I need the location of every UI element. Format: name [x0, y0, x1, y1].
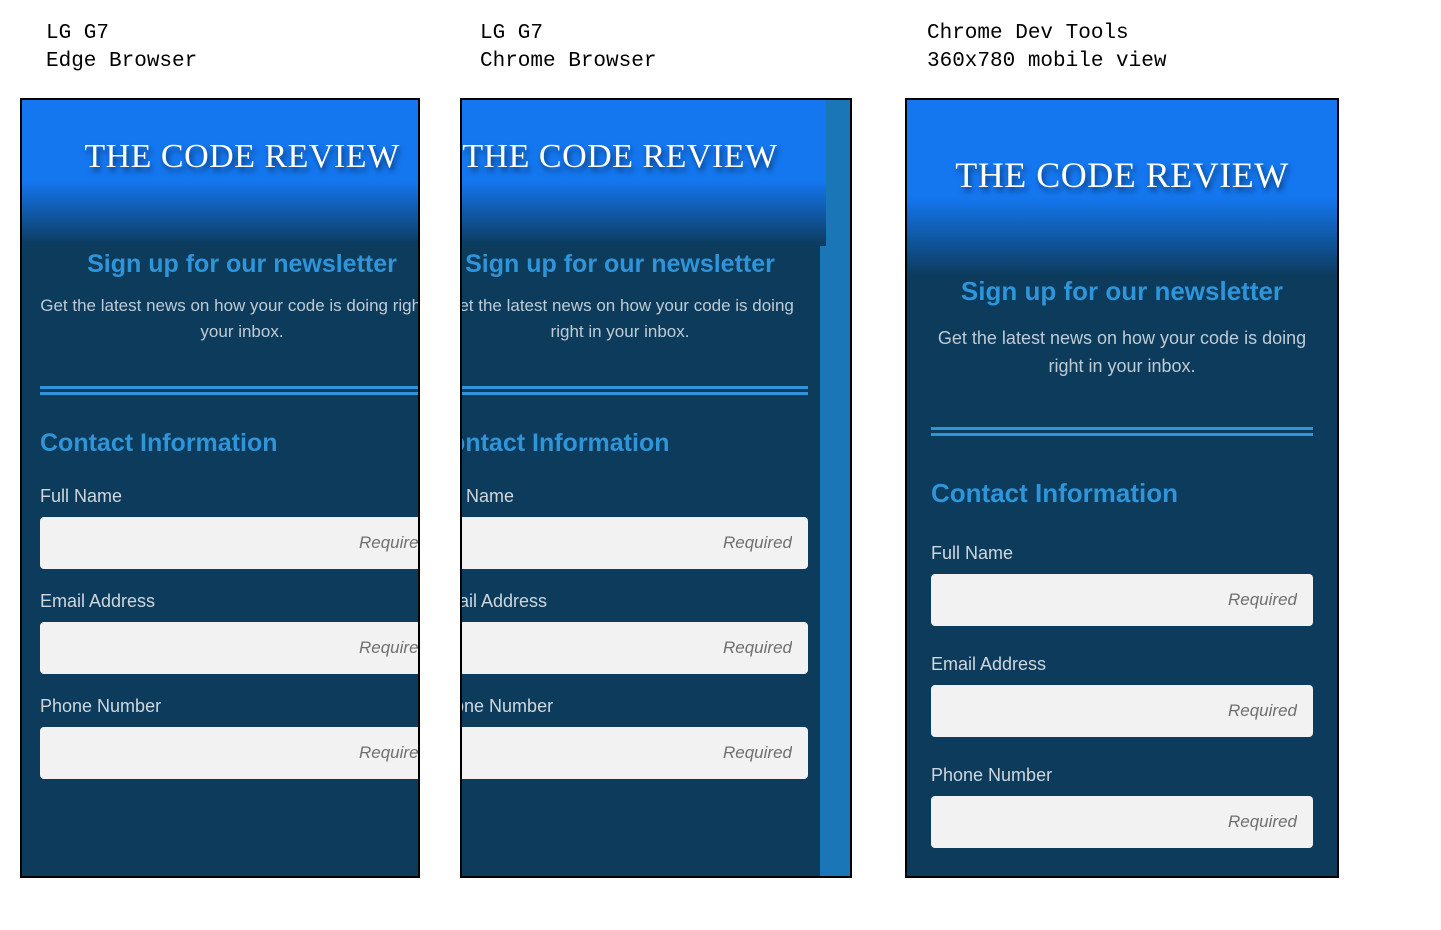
phone-input[interactable]	[460, 727, 808, 779]
caption-edge: LG G7 Edge Browser	[46, 20, 197, 77]
tagline-text: Get the latest news on how your code is …	[931, 325, 1313, 381]
phone-label: Phone Number	[40, 696, 420, 717]
full-name-field: Full Name	[460, 486, 808, 569]
email-field: Email Address	[931, 654, 1313, 737]
contact-info-heading: Contact Information	[931, 478, 1313, 509]
page-title: THE CODE REVIEW	[460, 138, 816, 176]
caption-chrome: LG G7 Chrome Browser	[480, 20, 656, 77]
phone-label: Phone Number	[931, 765, 1313, 786]
page-header: THE CODE REVIEW	[22, 100, 420, 246]
email-label: Email Address	[931, 654, 1313, 675]
email-label: Email Address	[460, 591, 808, 612]
divider	[931, 427, 1313, 436]
mockup-chrome-browser: THE CODE REVIEW Sign up for our newslett…	[460, 98, 852, 878]
contact-info-heading: Contact Information	[460, 429, 808, 458]
full-name-label: Full Name	[931, 543, 1313, 564]
full-name-field: Full Name	[931, 543, 1313, 626]
email-input[interactable]	[460, 622, 808, 674]
tagline-text: Get the latest news on how your code is …	[40, 293, 420, 346]
signup-heading: Sign up for our newsletter	[40, 250, 420, 279]
page-title: THE CODE REVIEW	[32, 138, 420, 176]
full-name-label: Full Name	[40, 486, 420, 507]
full-name-field: Full Name	[40, 486, 420, 569]
phone-input[interactable]	[40, 727, 420, 779]
email-input[interactable]	[931, 685, 1313, 737]
page-title: THE CODE REVIEW	[917, 154, 1327, 196]
phone-input[interactable]	[931, 796, 1313, 848]
caption-devtools: Chrome Dev Tools 360x780 mobile view	[927, 20, 1166, 77]
signup-heading: Sign up for our newsletter	[931, 276, 1313, 307]
divider	[40, 386, 420, 395]
email-label: Email Address	[40, 591, 420, 612]
full-name-input[interactable]	[460, 517, 808, 569]
mockup-edge-browser: THE CODE REVIEW Sign up for our newslett…	[20, 98, 420, 878]
full-name-input[interactable]	[40, 517, 420, 569]
email-field: Email Address	[40, 591, 420, 674]
mockup-devtools-mobile: THE CODE REVIEW Sign up for our newslett…	[905, 98, 1339, 878]
phone-field: Phone Number	[931, 765, 1313, 848]
phone-field: Phone Number	[40, 696, 420, 779]
email-field: Email Address	[460, 591, 808, 674]
divider	[460, 386, 808, 395]
page-header: THE CODE REVIEW	[907, 100, 1337, 276]
phone-label: Phone Number	[460, 696, 808, 717]
page-header: THE CODE REVIEW	[460, 100, 826, 246]
contact-info-heading: Contact Information	[40, 429, 420, 458]
signup-heading: Sign up for our newsletter	[460, 250, 808, 279]
full-name-label: Full Name	[460, 486, 808, 507]
full-name-input[interactable]	[931, 574, 1313, 626]
phone-field: Phone Number	[460, 696, 808, 779]
tagline-text: Get the latest news on how your code is …	[460, 293, 808, 346]
email-input[interactable]	[40, 622, 420, 674]
